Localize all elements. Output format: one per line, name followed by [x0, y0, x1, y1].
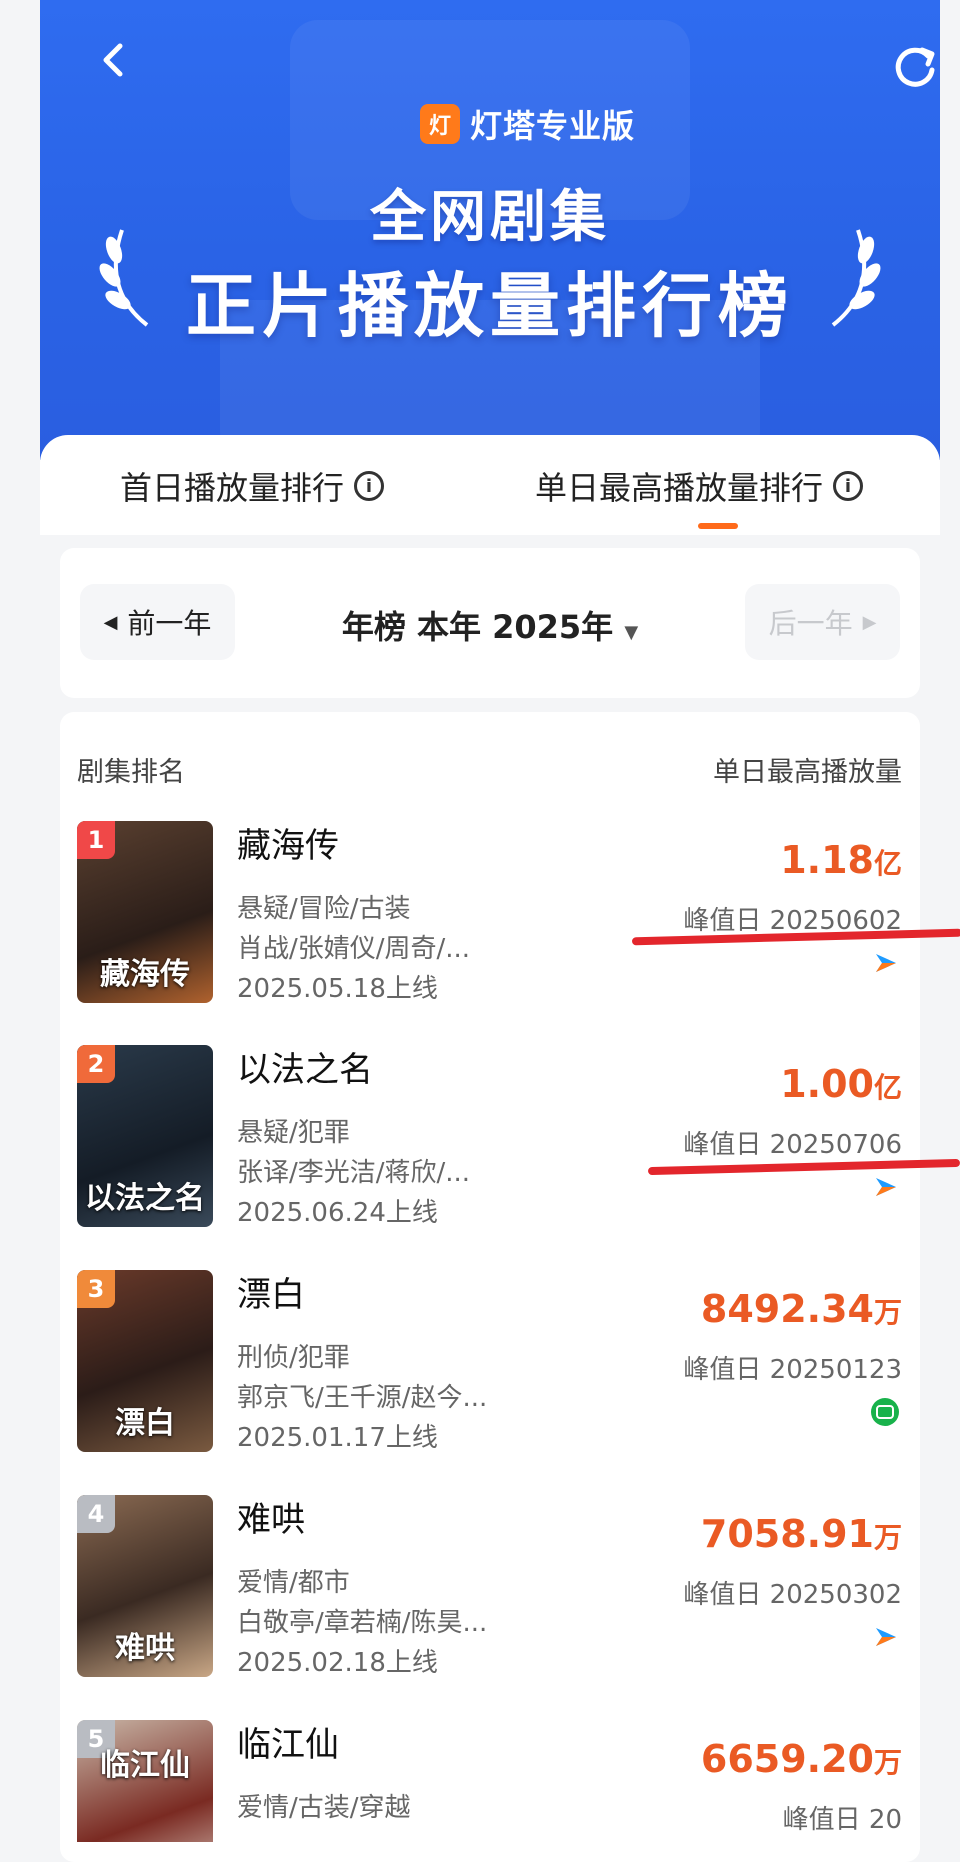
drama-cast: 肖战/张婧仪/周奇/...: [237, 934, 471, 964]
poster-image: 3 漂白: [77, 1270, 213, 1452]
poster-title: 藏海传: [100, 957, 190, 992]
drama-title: 以法之名: [237, 1050, 373, 1090]
page-title: 正片播放量排行榜: [186, 265, 794, 347]
brand: 灯 灯塔专业版: [420, 100, 635, 148]
drama-cast: 张译/李光洁/蒋欣/...: [237, 1158, 471, 1188]
peak-play-value: 6659.20万: [700, 1737, 902, 1781]
drama-genre: 悬疑/冒险/古装: [237, 894, 411, 924]
caret-right-icon: ▶: [862, 611, 877, 633]
next-year-button[interactable]: 后一年 ▶: [745, 584, 900, 660]
poster-title: 临江仙: [100, 1748, 190, 1783]
drama-title: 临江仙: [237, 1725, 339, 1765]
play-arrow-icon: [876, 1628, 896, 1646]
peak-play-value: 8492.34万: [700, 1287, 902, 1331]
list-item[interactable]: 1 藏海传 藏海传 悬疑/冒险/古装 肖战/张婧仪/周奇/... 2025.05…: [60, 818, 920, 1043]
drama-release-date: 2025.01.17上线: [237, 1423, 438, 1453]
chevron-down-icon: ▼: [624, 622, 639, 643]
drama-title: 难哄: [237, 1500, 305, 1540]
drama-genre: 爱情/古装/穿越: [237, 1793, 411, 1823]
poster-title: 以法之名: [85, 1181, 205, 1216]
list-item[interactable]: 2 以法之名 以法之名 悬疑/犯罪 张译/李光洁/蒋欣/... 2025.06.…: [60, 1042, 920, 1267]
drama-title: 藏海传: [237, 826, 339, 866]
play-arrow-icon: [876, 954, 896, 972]
drama-title: 漂白: [237, 1275, 305, 1315]
drama-release-date: 2025.05.18上线: [237, 974, 438, 1004]
peak-date: 峰值日 20250302: [683, 1580, 902, 1610]
drama-cast: 郭京飞/王千源/赵今...: [237, 1383, 488, 1413]
poster-image: 2 以法之名: [77, 1045, 213, 1227]
brand-name: 灯塔专业版: [470, 107, 636, 145]
info-icon[interactable]: i: [354, 471, 385, 501]
list-item[interactable]: 3 漂白 漂白 刑侦/犯罪 郭京飞/王千源/赵今... 2025.01.17上线…: [60, 1267, 920, 1492]
tab-single-day-peak[interactable]: 单日最高播放量排行 i: [535, 463, 864, 509]
ranking-header: 灯 灯塔专业版 全网剧集 正片播放量排行榜: [40, 0, 940, 460]
iqiyi-icon: [871, 1398, 899, 1426]
rank-badge: 2: [77, 1045, 115, 1083]
column-header-rank: 剧集排名: [77, 757, 185, 788]
refresh-icon[interactable]: [888, 40, 940, 94]
peak-date: 峰值日 20: [782, 1805, 902, 1835]
year-selector[interactable]: 年榜 本年 2025年 ▼: [280, 602, 700, 648]
tab-bar: 首日播放量排行 i 单日最高播放量排行 i: [40, 435, 940, 535]
play-arrow-icon: [876, 1178, 896, 1196]
year-navigator: ◀ 前一年 年榜 本年 2025年 ▼ 后一年 ▶: [60, 548, 920, 698]
peak-play-value: 1.18亿: [780, 838, 902, 882]
year-selector-label: 年榜 本年 2025年: [341, 608, 614, 646]
peak-play-value: 7058.91万: [700, 1512, 902, 1556]
drama-cast: 白敬亭/章若楠/陈昊...: [237, 1608, 488, 1638]
column-header-value: 单日最高播放量: [713, 757, 902, 788]
rank-badge: 3: [77, 1270, 115, 1308]
tab-label: 单日最高播放量排行: [535, 469, 824, 507]
poster-image: 4 难哄: [77, 1495, 213, 1677]
drama-release-date: 2025.02.18上线: [237, 1648, 438, 1678]
poster-image: 1 藏海传: [77, 821, 213, 1003]
drama-genre: 悬疑/犯罪: [237, 1118, 350, 1148]
poster-title: 难哄: [115, 1631, 175, 1666]
caret-left-icon: ◀: [103, 611, 118, 633]
drama-genre: 爱情/都市: [237, 1568, 350, 1598]
info-icon[interactable]: i: [833, 471, 864, 501]
active-tab-indicator: [698, 523, 738, 529]
peak-play-value: 1.00亿: [780, 1062, 902, 1106]
tab-first-day[interactable]: 首日播放量排行 i: [120, 463, 385, 509]
next-year-label: 后一年: [768, 607, 853, 640]
drama-genre: 刑侦/犯罪: [237, 1343, 350, 1373]
back-icon[interactable]: [94, 40, 134, 80]
list-item[interactable]: 4 难哄 难哄 爱情/都市 白敬亭/章若楠/陈昊... 2025.02.18上线…: [60, 1492, 920, 1717]
poster-image: 5 临江仙: [77, 1720, 213, 1842]
rank-badge: 1: [77, 821, 115, 859]
ranking-list: 剧集排名 单日最高播放量 1 藏海传 藏海传 悬疑/冒险/古装 肖战/张婧仪/周…: [60, 712, 920, 1862]
prev-year-label: 前一年: [127, 607, 212, 640]
list-item[interactable]: 5 临江仙 临江仙 爱情/古装/穿越 6659.20万 峰值日 20: [60, 1717, 920, 1842]
peak-date: 峰值日 20250706: [683, 1130, 902, 1160]
peak-date: 峰值日 20250123: [683, 1355, 902, 1385]
prev-year-button[interactable]: ◀ 前一年: [80, 584, 235, 660]
drama-release-date: 2025.06.24上线: [237, 1198, 438, 1228]
page-subtitle: 全网剧集: [370, 185, 610, 250]
poster-title: 漂白: [115, 1406, 175, 1441]
brand-logo: 灯: [420, 104, 460, 144]
tab-label: 首日播放量排行: [120, 469, 345, 507]
rank-badge: 4: [77, 1495, 115, 1533]
